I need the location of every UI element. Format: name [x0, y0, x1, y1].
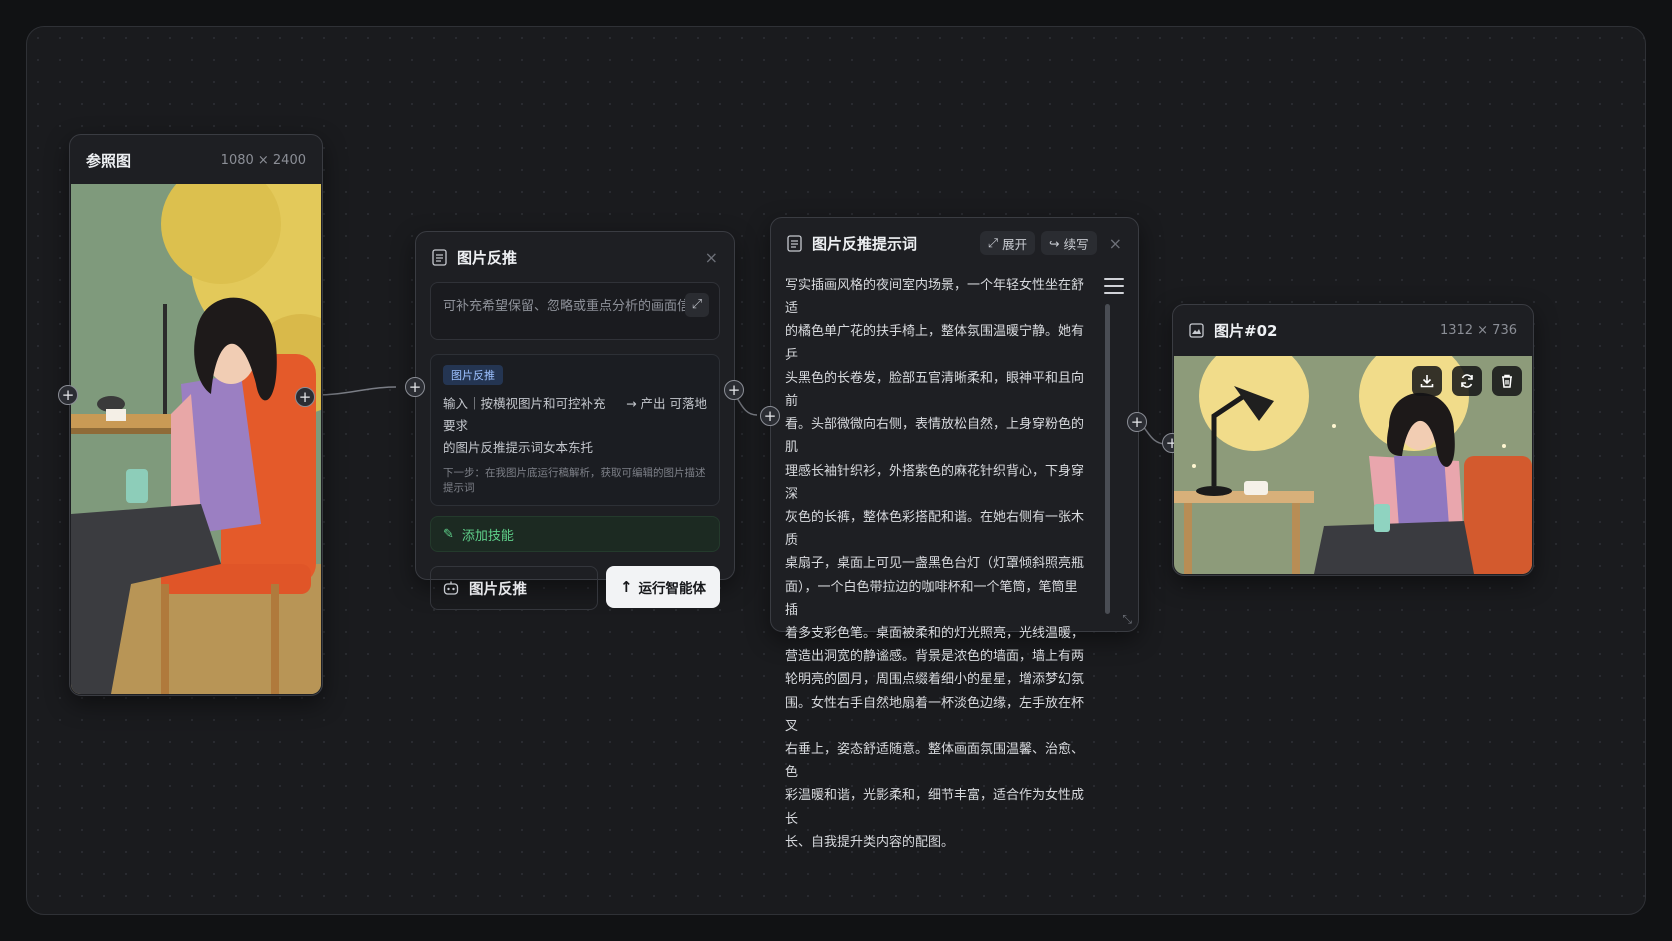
- input-port-plus[interactable]: +: [58, 385, 78, 405]
- skill-input-text: 输入｜按横视图片和可控补充要求: [443, 396, 606, 433]
- image-actions: [1412, 366, 1522, 396]
- text-line: 着多支彩色笔。桌面被柔和的灯光照亮，光线温暖，: [785, 626, 1085, 642]
- output-port-plus[interactable]: +: [295, 387, 315, 407]
- close-icon[interactable]: ×: [705, 248, 718, 267]
- next-step-text: 下一步：在我图片底运行稿解析，获取可编辑的图片描述提示词: [443, 467, 706, 494]
- prompt-text-body[interactable]: 写实插画风格的夜间室内场景，一个年轻女性坐在舒适 的橘色单广花的扶手椅上，整体氛…: [785, 274, 1085, 854]
- text-line: 桌扇子，桌面上可见一盏黑色台灯（灯罩倾斜照亮瓶: [785, 556, 1085, 572]
- node-header: 图片#02 1312 × 736: [1173, 305, 1533, 355]
- node-header: 图片反推 ×: [416, 232, 734, 282]
- image-reverse-node[interactable]: + + 图片反推 × 可补充希望保留、忽略或重点分析的画面信息 ⤢ 图片反推 输…: [405, 231, 744, 610]
- image-dimensions: 1312 × 736: [1439, 322, 1517, 338]
- node-title: 参照图: [86, 151, 132, 170]
- continue-label: 续写: [1063, 236, 1089, 252]
- text-line: 灰色的长裤，整体色彩搭配和谐。在她右侧有一张木质: [785, 510, 1085, 549]
- workflow-canvas[interactable]: 参照图 1080 × 2400 + + + + 图片反推 × 可补充希望保留、忽…: [26, 26, 1646, 915]
- trash-icon[interactable]: [1492, 366, 1522, 396]
- text-line: 轮明亮的圆月，周围点缀着细小的星星，增添梦幻氛: [785, 672, 1085, 688]
- node-title: 图片反推: [457, 248, 518, 267]
- expand-icon: ⤢: [988, 235, 999, 250]
- arrow-up-icon: ↑: [619, 578, 633, 596]
- expand-icon[interactable]: ⤢: [685, 293, 709, 317]
- agent-label: 图片反推: [469, 581, 527, 598]
- input-port-plus[interactable]: +: [760, 406, 780, 426]
- run-agent-button[interactable]: ↑ 运行智能体: [606, 566, 720, 608]
- text-line: 右垂上，姿态舒适随意。整体画面氛围温馨、治愈、色: [785, 742, 1085, 781]
- image-icon: [1189, 322, 1204, 338]
- robot-icon: [443, 581, 459, 595]
- output-port-plus[interactable]: +: [724, 380, 744, 400]
- skill-card: 图片反推 输入｜按横视图片和可控补充要求 → 产出 可落地 的图片反推提示词女本…: [430, 354, 720, 506]
- image-dimensions: 1080 × 2400: [220, 152, 306, 168]
- skill-icon: ✎: [443, 526, 454, 542]
- skill-input-continued: 的图片反推提示词女本东托: [443, 440, 594, 455]
- text-line: 理感长袖针织衫，外搭紫色的麻花针织背心，下身穿深: [785, 463, 1085, 502]
- node-title: 图片反推提示词: [812, 234, 918, 253]
- reference-image[interactable]: [71, 184, 321, 694]
- add-skill-button[interactable]: ✎ 添加技能: [430, 516, 720, 552]
- text-line: 的橘色单广花的扶手椅上，整体氛围温暖宁静。她有乒: [785, 324, 1085, 363]
- node-header: 参照图 1080 × 2400: [70, 135, 322, 185]
- hint-input[interactable]: 可补充希望保留、忽略或重点分析的画面信息 ⤢: [430, 282, 720, 340]
- refresh-icon[interactable]: [1452, 366, 1482, 396]
- text-line: 围。女性右手自然地扇着一杯淡色边缘，左手放在杯叉: [785, 695, 1085, 734]
- reference-image-node[interactable]: 参照图 1080 × 2400 + +: [58, 134, 323, 696]
- document-icon: [432, 248, 447, 266]
- input-port-plus[interactable]: +: [405, 377, 425, 397]
- run-row: 图片反推 ↑ 运行智能体: [430, 566, 720, 610]
- agent-selector[interactable]: 图片反推: [430, 566, 598, 610]
- run-label: 运行智能体: [638, 581, 707, 597]
- text-line: 长、自我提升类内容的配图。: [785, 834, 955, 850]
- close-icon[interactable]: ×: [1109, 234, 1122, 253]
- output-image-node[interactable]: + 图片#02 1312 × 736: [1162, 304, 1534, 576]
- output-port-plus[interactable]: +: [1127, 412, 1147, 432]
- skill-tag: 图片反推: [443, 365, 503, 385]
- expand-label: 展开: [1002, 236, 1028, 252]
- hint-placeholder: 可补充希望保留、忽略或重点分析的画面信息: [443, 299, 704, 314]
- continue-icon: ↪: [1049, 235, 1060, 251]
- continue-button[interactable]: ↪ 续写: [1041, 231, 1097, 255]
- skill-output-text: → 产出 可落地: [626, 396, 707, 411]
- download-icon[interactable]: [1412, 366, 1442, 396]
- prompt-text-node[interactable]: + + 图片反推提示词 ⤢ 展开 ↪ 续写 × 写实插画风格的夜间室内场景，一个年轻…: [760, 217, 1147, 850]
- menu-icon[interactable]: [1104, 278, 1124, 299]
- scrollbar[interactable]: [1105, 304, 1110, 614]
- text-line: 彩温暖和谐，光影柔和，细节丰富，适合作为女性成长: [785, 788, 1085, 827]
- text-line: 写实插画风格的夜间室内场景，一个年轻女性坐在舒适: [785, 278, 1085, 317]
- expand-button[interactable]: ⤢ 展开: [980, 231, 1036, 255]
- text-line: 头黑色的长卷发，脸部五官清晰柔和，眼神平和且向前: [785, 370, 1085, 410]
- node-title: 图片#02: [1214, 321, 1278, 340]
- text-line: 面），一个白色带拉边的咖啡杯和一个笔筒，笔筒里插: [785, 579, 1078, 618]
- add-skill-label: 添加技能: [461, 528, 514, 544]
- text-line: 营造出洞宽的静谧感。背景是浓色的墙面，墙上有两: [785, 649, 1085, 665]
- document-icon: [787, 234, 802, 252]
- node-header: 图片反推提示词 ⤢ 展开 ↪ 续写 ×: [771, 218, 1138, 268]
- resize-handle-icon[interactable]: ⤡: [1122, 612, 1132, 627]
- output-image[interactable]: [1174, 356, 1532, 574]
- text-line: 看。头部微微向右侧，表情放松自然，上身穿粉色的肌: [785, 417, 1085, 456]
